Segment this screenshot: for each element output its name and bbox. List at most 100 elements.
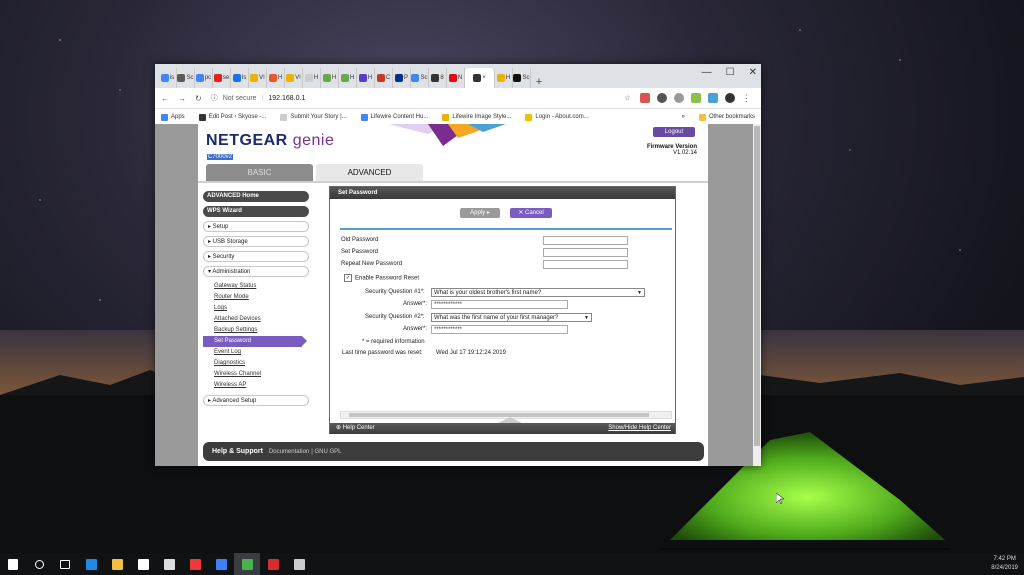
info-icon[interactable]: ⓘ <box>211 93 218 103</box>
task-view-icon[interactable] <box>52 553 78 575</box>
start-icon[interactable] <box>0 553 26 575</box>
extension-icon-2[interactable] <box>656 93 667 103</box>
bookmarks-overflow[interactable]: » <box>682 114 685 120</box>
mail-icon[interactable] <box>156 553 182 575</box>
printer-icon[interactable] <box>286 553 312 575</box>
sidebar-administration[interactable]: ▾ Administration <box>203 266 309 277</box>
extension-icon-3[interactable] <box>673 93 684 103</box>
browser-tab-7[interactable]: V! <box>285 68 303 88</box>
bookmark-item-1[interactable]: Edit Post ‹ Skyose -... <box>198 113 267 121</box>
bookmark-item-4[interactable]: Lifewire Image Style... <box>442 113 511 121</box>
sidebar-usb-storage[interactable]: ▸ USB Storage <box>203 236 309 247</box>
other-bookmarks[interactable]: Other bookmarks <box>698 113 755 121</box>
bookmark-item-2[interactable]: Submit Your Story |... <box>280 113 347 121</box>
bookmark-item-5[interactable]: Login - About.com... <box>525 113 589 121</box>
browser-tab-6[interactable]: H <box>267 68 285 88</box>
answer2-input[interactable]: ************ <box>431 325 568 334</box>
gnu-gpl-link[interactable]: GNU GPL <box>314 449 341 455</box>
bookmark-item-0[interactable]: Apps <box>161 113 185 121</box>
close-window-button[interactable]: ✕ <box>749 67 757 78</box>
minimize-button[interactable]: — <box>702 67 712 78</box>
app-red-icon[interactable] <box>260 553 286 575</box>
browser-tab-1[interactable]: Sc <box>177 68 195 88</box>
browser-tab-3[interactable]: se <box>213 68 231 88</box>
reload-icon[interactable]: ↻ <box>195 94 202 103</box>
browser-tab-16[interactable]: N <box>447 68 465 88</box>
vertical-scrollbar-thumb[interactable] <box>754 126 760 446</box>
extension-icon-1[interactable] <box>639 93 650 103</box>
bookmark-star-icon[interactable]: ☆ <box>624 94 630 102</box>
browser-tab-9[interactable]: H <box>321 68 339 88</box>
store-icon[interactable] <box>130 553 156 575</box>
browser-tab-0[interactable]: is <box>159 68 177 88</box>
bookmark-label: Edit Post ‹ Skyose -... <box>208 114 267 120</box>
browser-tab-8[interactable]: H <box>303 68 321 88</box>
sidebar-security[interactable]: ▸ Security <box>203 251 309 262</box>
sidebar-wps-wizard[interactable]: WPS Wizard <box>203 206 309 217</box>
browser-tab-11[interactable]: H <box>357 68 375 88</box>
tab-basic[interactable]: BASIC <box>206 164 313 181</box>
chrome-icon[interactable] <box>234 553 260 575</box>
url-text[interactable]: 192.168.0.1 <box>268 95 305 102</box>
sidebar-item-diagnostics[interactable]: Diagnostics <box>203 358 309 369</box>
browser-tab-19[interactable]: Sc <box>513 68 531 88</box>
browser-tab-13[interactable]: P <box>393 68 411 88</box>
browser-tab-15[interactable]: 8 <box>429 68 447 88</box>
apply-button[interactable]: Apply ▸ <box>460 208 500 218</box>
documentation-link[interactable]: Documentation <box>269 449 309 455</box>
browser-tab-18[interactable]: H <box>495 68 513 88</box>
sidebar-item-set-password[interactable]: Set Password <box>203 336 307 347</box>
search-icon[interactable] <box>26 553 52 575</box>
sidebar-item-gateway-status[interactable]: Gateway Status <box>203 281 309 292</box>
store-icon-glyph <box>137 558 149 570</box>
sidebar-item-wireless-ap[interactable]: Wireless AP <box>203 380 309 391</box>
sidebar-item-event-log[interactable]: Event Log <box>203 347 309 358</box>
tab-label: H <box>505 75 511 81</box>
tab-advanced[interactable]: ADVANCED <box>316 164 423 181</box>
flipboard-icon[interactable] <box>208 553 234 575</box>
help-center-link[interactable]: ⊕ Help Center <box>336 423 375 434</box>
system-clock[interactable]: 7:42 PM 8/24/2019 <box>991 555 1018 573</box>
question1-select[interactable]: What is your oldest brother's first name… <box>431 288 645 297</box>
browser-tab-12[interactable]: C <box>375 68 393 88</box>
sidebar-item-logs[interactable]: Logs <box>203 303 309 314</box>
sidebar-advanced-home[interactable]: ADVANCED Home <box>203 191 309 202</box>
bookmark-item-3[interactable]: Lifewire Content Hu... <box>360 113 428 121</box>
extension-icon-4[interactable] <box>690 93 701 103</box>
browser-tab-4[interactable]: Is <box>231 68 249 88</box>
forward-icon[interactable]: → <box>178 94 186 103</box>
back-icon[interactable]: ← <box>161 94 169 103</box>
repeat-password-input[interactable] <box>543 260 628 269</box>
sidebar-item-attached-devices[interactable]: Attached Devices <box>203 314 309 325</box>
browser-tab-17[interactable]: × <box>465 68 495 88</box>
new-tab-button[interactable]: + <box>531 76 547 88</box>
page-vertical-scrollbar[interactable] <box>753 124 761 466</box>
set-password-input[interactable] <box>543 248 628 257</box>
menu-icon[interactable]: ⋮ <box>742 93 751 103</box>
browser-tab-2[interactable]: pc <box>195 68 213 88</box>
sidebar-item-backup-settings[interactable]: Backup Settings <box>203 325 309 336</box>
old-password-input[interactable] <box>543 236 628 245</box>
sidebar-item-wireless-channel[interactable]: Wireless Channel <box>203 369 309 380</box>
sidebar-advanced-setup[interactable]: ▸ Advanced Setup <box>203 395 309 406</box>
show-hide-help-link[interactable]: Show/Hide Help Center <box>608 423 671 434</box>
profile-avatar[interactable] <box>724 93 735 103</box>
enable-reset-checkbox[interactable]: ✓ <box>344 274 352 282</box>
browser-tab-5[interactable]: V! <box>249 68 267 88</box>
question2-select[interactable]: What was the first name of your first ma… <box>431 313 592 322</box>
sidebar-setup[interactable]: ▸ Setup <box>203 221 309 232</box>
chevron-down-icon: ▼ <box>637 290 642 296</box>
omnibox[interactable]: ⓘ Not secure | 192.168.0.1 ☆ <box>211 91 631 105</box>
sidebar-item-router-mode[interactable]: Router Mode <box>203 292 309 303</box>
browser-tab-14[interactable]: Sc <box>411 68 429 88</box>
cancel-button[interactable]: ✕ Cancel <box>510 208 552 218</box>
edge-icon[interactable] <box>78 553 104 575</box>
answer1-input[interactable]: ************ <box>431 300 568 309</box>
logout-button[interactable]: Logout <box>653 127 695 137</box>
maximize-button[interactable]: ☐ <box>726 67 735 78</box>
vivaldi-icon[interactable] <box>182 553 208 575</box>
file-explorer-icon[interactable] <box>104 553 130 575</box>
browser-tab-10[interactable]: H <box>339 68 357 88</box>
extension-icon-5[interactable] <box>707 93 718 103</box>
expand-help-arrow-icon[interactable] <box>498 417 522 423</box>
